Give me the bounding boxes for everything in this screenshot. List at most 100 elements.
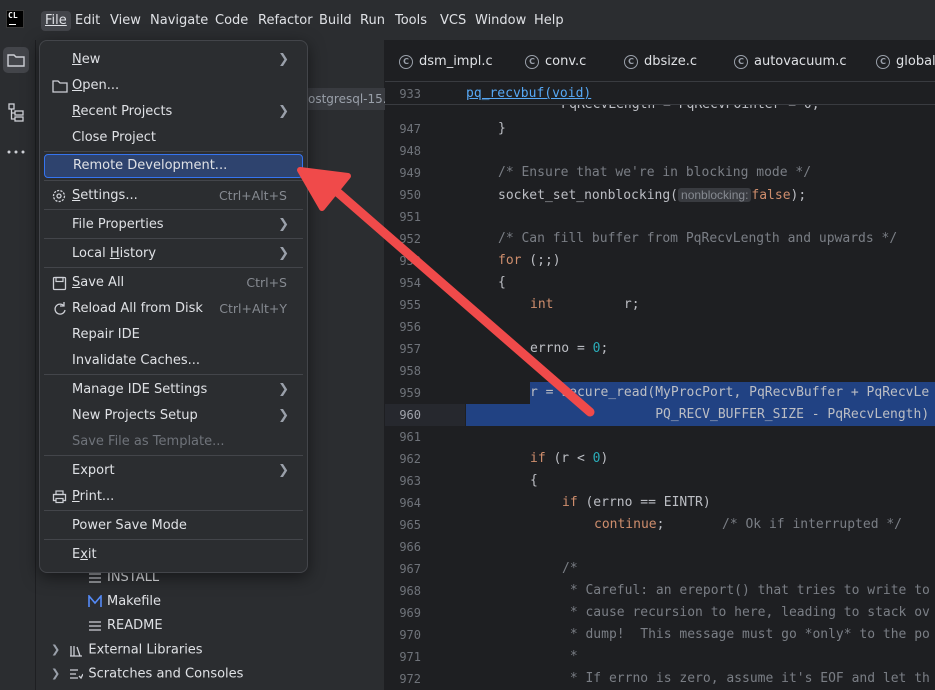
more-icon — [7, 150, 25, 154]
editor-tabs: Cdsm_impl.c Cconv.c Cdbsize.c Cautovacuu… — [385, 40, 935, 82]
line-number: 960 — [399, 408, 421, 422]
sticky-function-name[interactable]: pq_recvbuf(void) — [466, 83, 591, 105]
save-icon — [52, 276, 67, 291]
menu-separator — [44, 539, 303, 540]
tree-item-readme[interactable]: README — [88, 615, 163, 637]
menu-item-export[interactable]: Export ❯ — [44, 459, 303, 483]
folder-icon — [52, 80, 68, 93]
tab-globals[interactable]: Cglobals — [876, 52, 935, 72]
tab-autovacuum[interactable]: Cautovacuum.c — [734, 52, 847, 72]
code-comment: * If errno is zero, assume it's EOF and … — [562, 671, 930, 686]
tab-conv[interactable]: Cconv.c — [525, 52, 586, 72]
chevron-right-icon[interactable]: ❯ — [51, 663, 60, 685]
lines-file-icon — [89, 572, 101, 583]
menu-item-invalidate-caches[interactable]: Invalidate Caches... — [44, 349, 303, 373]
chevron-right-icon: ❯ — [278, 217, 289, 232]
menu-item-settings[interactable]: Settings... Ctrl+Alt+S — [44, 184, 303, 208]
line-number: 969 — [399, 606, 421, 620]
structure-icon — [8, 103, 24, 122]
menu-item-exit[interactable]: Exit — [44, 543, 303, 567]
code-editor[interactable]: Cdsm_impl.c Cconv.c Cdbsize.c Cautovacuu… — [385, 40, 935, 690]
line-number: 953 — [399, 254, 421, 268]
menu-help[interactable]: Help — [534, 11, 564, 31]
menu-window[interactable]: Window — [475, 11, 526, 31]
tree-item-external-libraries[interactable]: ❯ External Libraries — [51, 639, 203, 661]
tab-dbsize[interactable]: Cdbsize.c — [624, 52, 697, 72]
line-number: 933 — [399, 87, 421, 101]
menu-run[interactable]: Run — [360, 11, 385, 31]
line-number: 955 — [399, 298, 421, 312]
lines-file-icon — [89, 620, 101, 631]
menu-separator — [44, 455, 303, 456]
structure-tool-button[interactable] — [3, 99, 29, 125]
chevron-right-icon[interactable]: ❯ — [51, 639, 60, 661]
menu-item-repair-ide[interactable]: Repair IDE — [44, 323, 303, 347]
sticky-function-header[interactable]: 933 pq_recvbuf(void) — [385, 83, 935, 105]
menu-separator — [44, 267, 303, 268]
code-comment: * — [562, 649, 578, 664]
menu-build[interactable]: Build — [319, 11, 352, 31]
gear-icon — [52, 189, 66, 203]
line-number: 967 — [399, 562, 421, 576]
chevron-right-icon: ❯ — [278, 408, 289, 423]
line-number: 948 — [399, 144, 421, 158]
menu-item-print[interactable]: Print... — [44, 485, 303, 509]
tree-item-label: External Libraries — [88, 642, 203, 658]
line-number: 952 — [399, 232, 421, 246]
menu-navigate[interactable]: Navigate — [150, 11, 208, 31]
menu-refactor[interactable]: Refactor — [258, 11, 313, 31]
code-line: if (errno == EINTR) — [562, 495, 711, 510]
line-number: 956 — [399, 320, 421, 334]
chevron-right-icon: ❯ — [278, 246, 289, 261]
code-line: } — [498, 121, 506, 136]
tab-dsm-impl[interactable]: Cdsm_impl.c — [399, 52, 493, 72]
menu-item-remote-development[interactable]: Remote Development... — [44, 154, 303, 178]
menu-item-reload-all[interactable]: Reload All from Disk Ctrl+Alt+Y — [44, 297, 303, 321]
tree-item-makefile[interactable]: Makefile — [88, 591, 161, 613]
code-line: { — [498, 275, 506, 290]
line-number: 961 — [399, 430, 421, 444]
menu-vcs[interactable]: VCS — [440, 11, 466, 31]
menu-separator — [44, 209, 303, 210]
code-line: int r; — [530, 297, 640, 312]
tool-window-strip — [0, 40, 36, 690]
tree-item-scratches[interactable]: ❯ Scratches and Consoles — [51, 663, 243, 685]
line-number: 962 — [399, 452, 421, 466]
menu-code[interactable]: Code — [215, 11, 248, 31]
menu-item-new-projects-setup[interactable]: New Projects Setup ❯ — [44, 404, 303, 428]
more-tools-button[interactable] — [3, 139, 29, 165]
line-number: 950 — [399, 188, 421, 202]
menu-separator — [44, 510, 303, 511]
menu-item-close-project[interactable]: Close Project — [44, 126, 303, 150]
project-tool-button[interactable] — [3, 47, 29, 73]
menu-item-manage-ide-settings[interactable]: Manage IDE Settings ❯ — [44, 378, 303, 402]
menu-item-open[interactable]: Open... — [44, 74, 303, 98]
menu-item-new[interactable]: New ❯ — [44, 48, 303, 72]
chevron-right-icon: ❯ — [278, 463, 289, 478]
library-icon — [70, 645, 83, 657]
menu-item-file-properties[interactable]: File Properties ❯ — [44, 213, 303, 237]
line-number: 954 — [399, 276, 421, 290]
menu-item-recent-projects[interactable]: Recent Projects ❯ — [44, 100, 303, 124]
line-number: 968 — [399, 584, 421, 598]
code-line: errno = 0; — [530, 341, 609, 356]
menu-item-power-save-mode[interactable]: Power Save Mode — [44, 514, 303, 538]
project-path: ostgresql-15. — [306, 88, 386, 110]
menu-edit[interactable]: Edit — [75, 11, 100, 31]
menu-separator — [44, 151, 303, 152]
menu-item-save-all[interactable]: Save All Ctrl+S — [44, 271, 303, 295]
code-comment: /* Ok if interrupted */ — [722, 517, 903, 532]
code-comment: /* — [562, 561, 578, 576]
code-comment: * cause recursion to here, leading to st… — [562, 605, 930, 620]
menu-item-local-history[interactable]: Local History ❯ — [44, 242, 303, 266]
code-line: socket_set_nonblocking(nonblocking: false… — [498, 188, 807, 203]
chevron-right-icon: ❯ — [278, 52, 289, 67]
line-number: 957 — [399, 342, 421, 356]
code-line: { — [530, 473, 538, 488]
chevron-right-icon: ❯ — [278, 104, 289, 119]
menu-file[interactable]: File — [41, 11, 71, 31]
menu-tools[interactable]: Tools — [395, 11, 427, 31]
tree-item-label: Makefile — [107, 594, 162, 609]
code-comment: * Careful: an ereport() that tries to wr… — [562, 583, 930, 598]
menu-view[interactable]: View — [110, 11, 141, 31]
